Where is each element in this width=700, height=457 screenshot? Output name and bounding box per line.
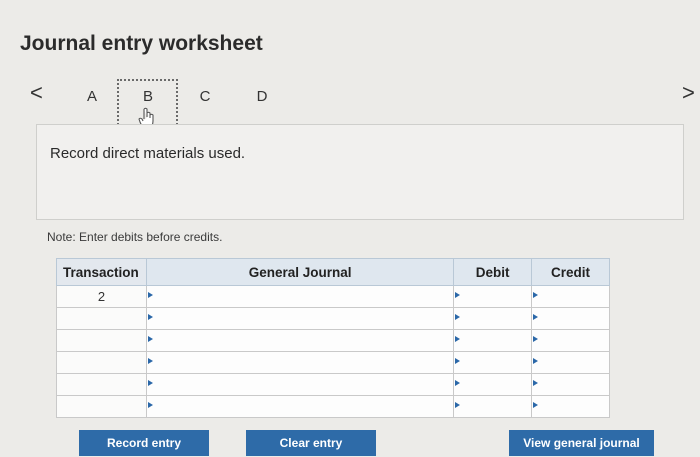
- credit-input[interactable]: [531, 395, 610, 418]
- credit-input[interactable]: [531, 307, 610, 330]
- table-row: [56, 307, 610, 330]
- table-row: [56, 329, 610, 352]
- account-input[interactable]: [145, 395, 455, 418]
- transaction-cell: [56, 307, 147, 330]
- transaction-cell: [56, 373, 147, 396]
- credit-input[interactable]: [531, 329, 610, 352]
- next-arrow-icon[interactable]: >: [682, 82, 695, 104]
- journal-table: Transaction General Journal Debit Credit…: [56, 258, 610, 418]
- header-debit: Debit: [453, 258, 533, 286]
- credit-input[interactable]: [531, 351, 610, 374]
- account-input[interactable]: [145, 329, 455, 352]
- transaction-cell: [56, 329, 147, 352]
- debit-input[interactable]: [453, 351, 533, 374]
- account-input[interactable]: [145, 307, 455, 330]
- transaction-cell: 2: [56, 285, 147, 308]
- header-general-journal: General Journal: [145, 258, 455, 286]
- view-general-journal-button[interactable]: View general journal: [509, 430, 654, 456]
- header-transaction: Transaction: [56, 258, 147, 286]
- tab-a[interactable]: A: [82, 88, 102, 105]
- debit-input[interactable]: [453, 307, 533, 330]
- debit-input[interactable]: [453, 329, 533, 352]
- clear-entry-button[interactable]: Clear entry: [246, 430, 376, 456]
- table-row: [56, 395, 610, 418]
- debit-input[interactable]: [453, 285, 533, 308]
- debit-input[interactable]: [453, 395, 533, 418]
- credit-input[interactable]: [531, 285, 610, 308]
- debit-input[interactable]: [453, 373, 533, 396]
- table-row: 2: [56, 285, 610, 308]
- account-input[interactable]: [145, 285, 455, 308]
- note-text: Note: Enter debits before credits.: [47, 230, 223, 244]
- previous-arrow-icon[interactable]: <: [30, 82, 43, 104]
- instruction-text: Record direct materials used.: [50, 145, 246, 162]
- instruction-panel: [36, 124, 684, 220]
- tab-c[interactable]: C: [195, 88, 215, 105]
- page-title: Journal entry worksheet: [20, 32, 263, 55]
- table-row: [56, 351, 610, 374]
- tab-d[interactable]: D: [252, 88, 272, 105]
- transaction-cell: [56, 395, 147, 418]
- tab-b[interactable]: B: [138, 88, 158, 105]
- table-row: [56, 373, 610, 396]
- record-entry-button[interactable]: Record entry: [79, 430, 209, 456]
- transaction-cell: [56, 351, 147, 374]
- credit-input[interactable]: [531, 373, 610, 396]
- account-input[interactable]: [145, 373, 455, 396]
- header-credit: Credit: [531, 258, 610, 286]
- account-input[interactable]: [145, 351, 455, 374]
